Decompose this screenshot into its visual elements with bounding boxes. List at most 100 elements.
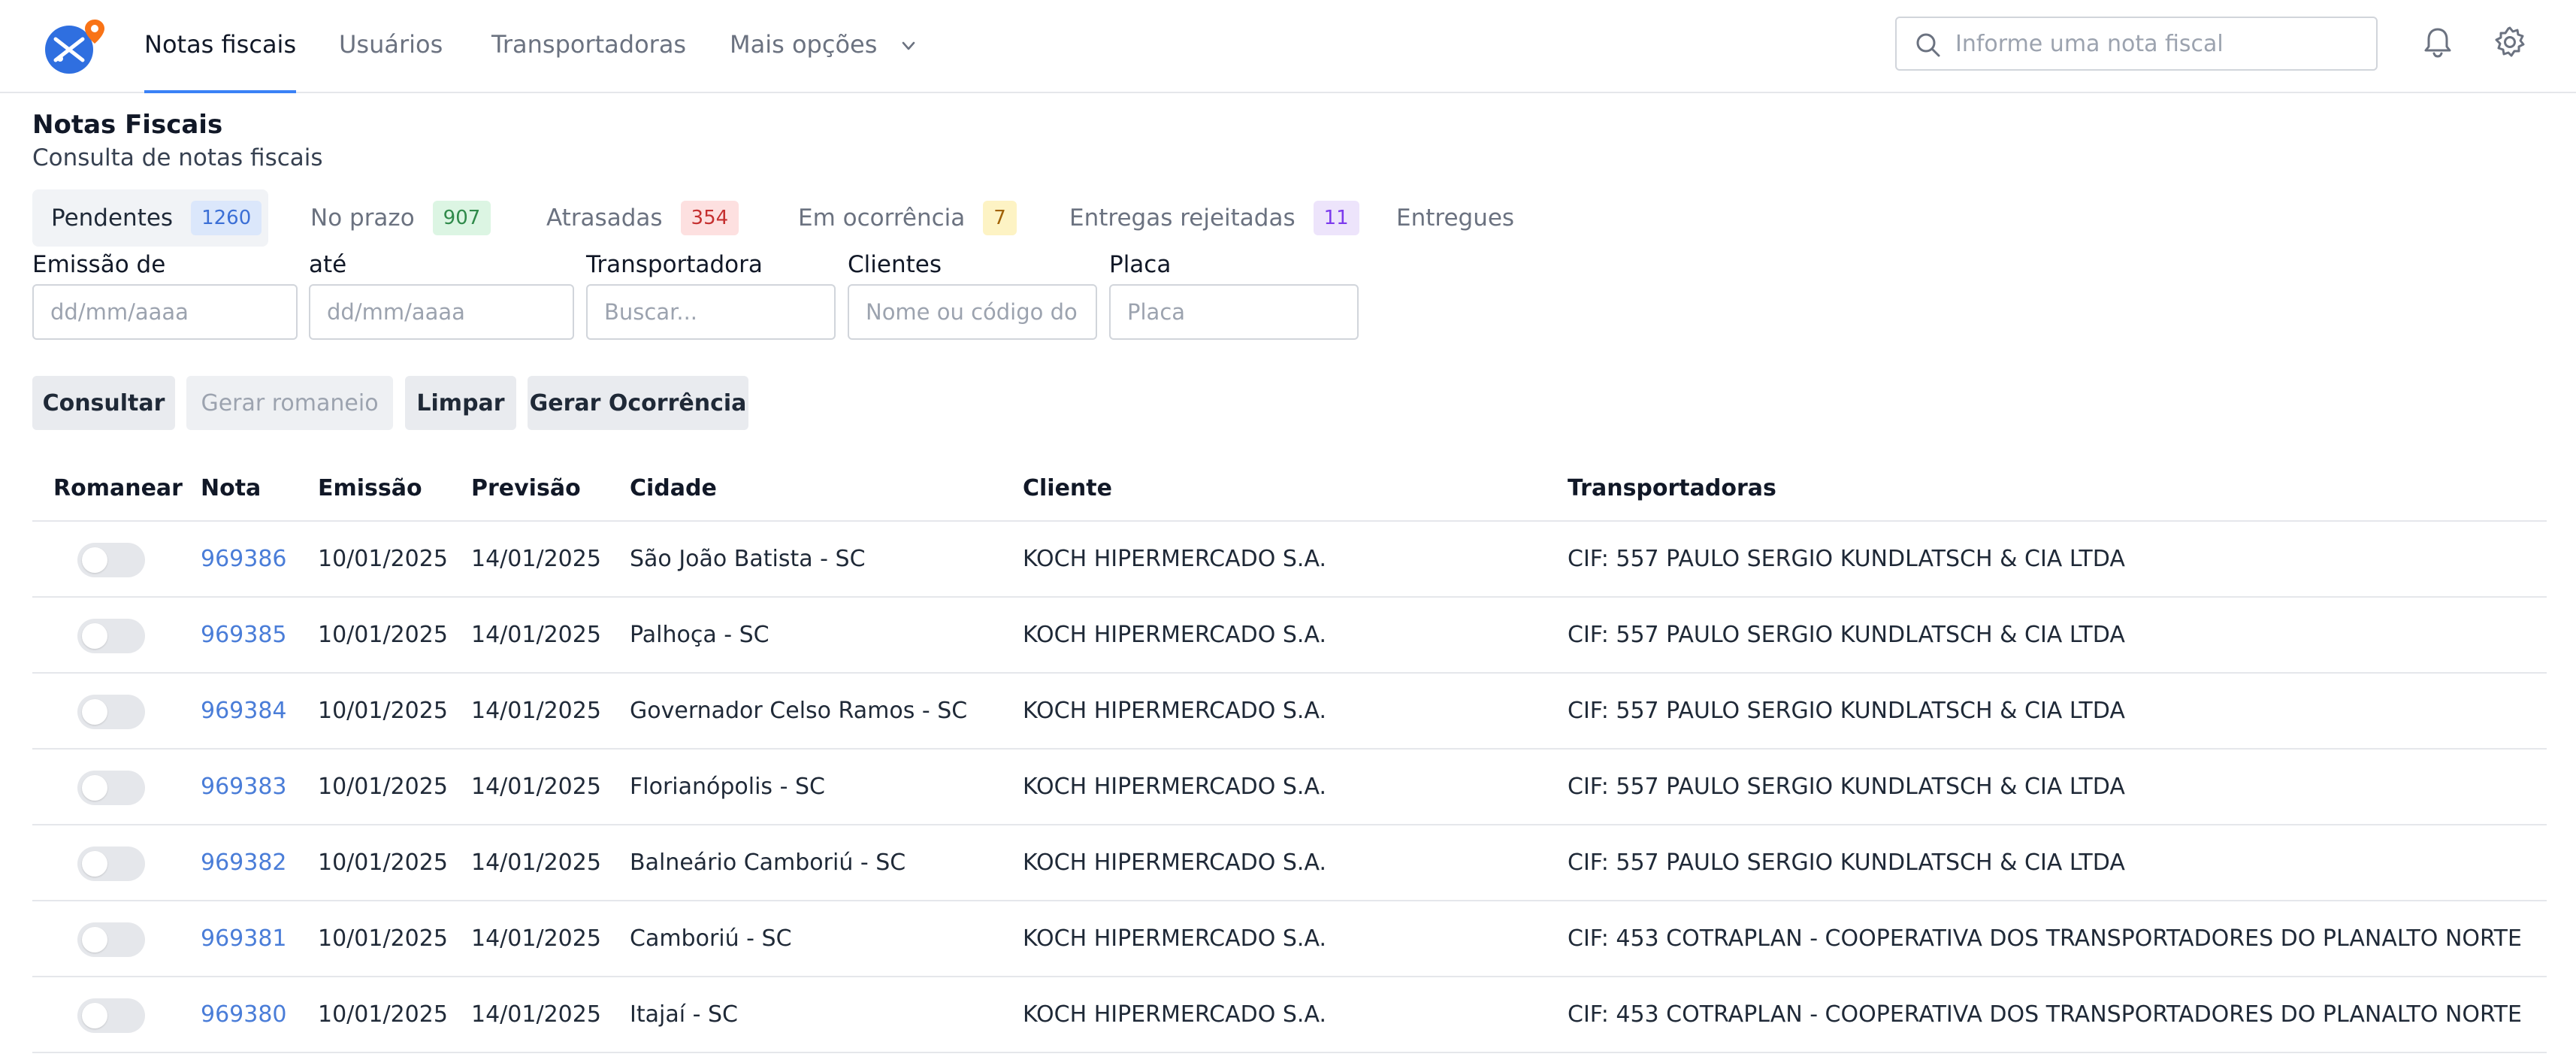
nota-link[interactable]: 969381 [201,901,287,976]
transportadora-cell: CIF: 557 PAULO SERGIO KUNDLATSCH & CIA L… [1568,622,2125,648]
cidade-cell: Camboriú - SC [630,925,792,952]
logo-icon[interactable] [42,17,107,75]
consultar-button[interactable]: Consultar [32,376,175,430]
nota-link[interactable]: 969382 [201,825,287,900]
emissao-cell: 10/01/2025 [318,546,448,572]
emissao-de-input[interactable] [32,284,298,340]
col-nota: Nota [201,475,262,501]
tab-label: Entregues [1396,204,1515,232]
tab-entregas-rejeitadas[interactable]: Entregas rejeitadas 11 [1069,189,1359,247]
cidade-cell: São João Batista - SC [630,546,866,572]
tab-atrasadas[interactable]: Atrasadas 354 [546,189,739,247]
tab-label: Pendentes [51,204,174,232]
ate-label: até [309,251,347,278]
emissao-cell: 10/01/2025 [318,1001,448,1028]
romanear-toggle[interactable] [77,619,145,653]
chevron-down-icon [902,41,915,50]
table-row: 969386 10/01/2025 14/01/2025 São João Ba… [32,522,2547,598]
table-row: 969384 10/01/2025 14/01/2025 Governador … [32,674,2547,750]
clientes-input[interactable] [848,284,1097,340]
nota-link[interactable]: 969383 [201,750,287,824]
previsao-cell: 14/01/2025 [471,850,601,876]
col-previsao: Previsão [471,475,581,501]
toggle-knob [82,1003,107,1028]
cliente-cell: KOCH HIPERMERCADO S.A. [1023,698,1327,724]
cidade-cell: Itajaí - SC [630,1001,738,1028]
previsao-cell: 14/01/2025 [471,546,601,572]
tab-label: Em ocorrência [798,204,966,232]
tab-no-prazo[interactable]: No prazo 907 [310,189,491,247]
emissao-cell: 10/01/2025 [318,774,448,800]
nota-link[interactable]: 969380 [201,977,287,1052]
romanear-toggle[interactable] [77,771,145,805]
page-subtitle: Consulta de notas fiscais [32,144,323,171]
previsao-cell: 14/01/2025 [471,1001,601,1028]
cliente-cell: KOCH HIPERMERCADO S.A. [1023,546,1327,572]
toggle-knob [82,547,107,573]
col-emissao: Emissão [318,475,422,501]
tab-label: Atrasadas [546,204,663,232]
ate-input[interactable] [309,284,574,340]
gerar-ocorrencia-button[interactable]: Gerar Ocorrência [528,376,748,430]
count-badge: 1260 [191,201,262,235]
romanear-toggle[interactable] [77,922,145,957]
placa-input[interactable] [1109,284,1359,340]
count-badge: 11 [1313,201,1359,235]
cliente-cell: KOCH HIPERMERCADO S.A. [1023,774,1327,800]
bell-icon[interactable] [2420,24,2456,60]
placa-label: Placa [1109,251,1172,278]
romanear-toggle[interactable] [77,543,145,577]
nota-link[interactable]: 969385 [201,598,287,672]
gear-icon[interactable] [2492,24,2528,60]
table-row: 969385 10/01/2025 14/01/2025 Palhoça - S… [32,598,2547,674]
cidade-cell: Governador Celso Ramos - SC [630,698,968,724]
transportadora-cell: CIF: 557 PAULO SERGIO KUNDLATSCH & CIA L… [1568,850,2125,876]
table-header: Romanear Nota Emissão Previsão Cidade Cl… [32,457,2547,522]
romanear-toggle[interactable] [77,695,145,729]
emissao-cell: 10/01/2025 [318,698,448,724]
col-cliente: Cliente [1023,475,1112,501]
romanear-toggle[interactable] [77,998,145,1033]
cliente-cell: KOCH HIPERMERCADO S.A. [1023,850,1327,876]
emissao-de-label: Emissão de [32,251,166,278]
tab-label: No prazo [310,204,415,232]
top-navigation-bar: Notas fiscais Usuários Transportadoras M… [0,0,2576,93]
transportadora-cell: CIF: 453 COTRAPLAN - COOPERATIVA DOS TRA… [1568,925,2522,952]
nota-link[interactable]: 969384 [201,674,287,748]
table-row: 969380 10/01/2025 14/01/2025 Itajaí - SC… [32,977,2547,1053]
cliente-cell: KOCH HIPERMERCADO S.A. [1023,925,1327,952]
nav-mais-opcoes[interactable]: Mais opções [730,0,918,92]
nota-fiscal-search [1895,17,2378,71]
cidade-cell: Balneário Camboriú - SC [630,850,906,876]
page-title: Notas Fiscais [32,110,223,140]
nav-usuarios[interactable]: Usuários [339,0,443,92]
romanear-toggle[interactable] [77,846,145,881]
tab-entregues[interactable]: Entregues [1396,189,1514,247]
previsao-cell: 14/01/2025 [471,925,601,952]
toggle-knob [82,699,107,725]
transportadora-input[interactable] [586,284,836,340]
limpar-button[interactable]: Limpar [405,376,516,430]
nav-notas-fiscais[interactable]: Notas fiscais [144,0,297,93]
cidade-cell: Palhoça - SC [630,622,769,648]
tab-em-ocorrencia[interactable]: Em ocorrência 7 [798,189,1017,247]
transportadora-cell: CIF: 557 PAULO SERGIO KUNDLATSCH & CIA L… [1568,774,2125,800]
table-row: 969383 10/01/2025 14/01/2025 Florianópol… [32,750,2547,825]
table-row: 969381 10/01/2025 14/01/2025 Camboriú - … [32,901,2547,977]
col-cidade: Cidade [630,475,717,501]
gerar-romaneio-button[interactable]: Gerar romaneio [186,376,393,430]
nav-transportadoras[interactable]: Transportadoras [491,0,686,92]
previsao-cell: 14/01/2025 [471,698,601,724]
previsao-cell: 14/01/2025 [471,622,601,648]
cliente-cell: KOCH HIPERMERCADO S.A. [1023,622,1327,648]
nota-link[interactable]: 969386 [201,522,287,596]
tab-pendentes[interactable]: Pendentes 1260 [32,189,268,247]
search-input[interactable] [1954,24,2360,63]
count-badge: 354 [680,201,739,235]
col-romanear: Romanear [53,475,183,501]
toggle-knob [82,623,107,649]
count-badge: 907 [432,201,491,235]
transportadora-label: Transportadora [586,251,763,278]
toggle-knob [82,851,107,877]
toggle-knob [82,927,107,952]
